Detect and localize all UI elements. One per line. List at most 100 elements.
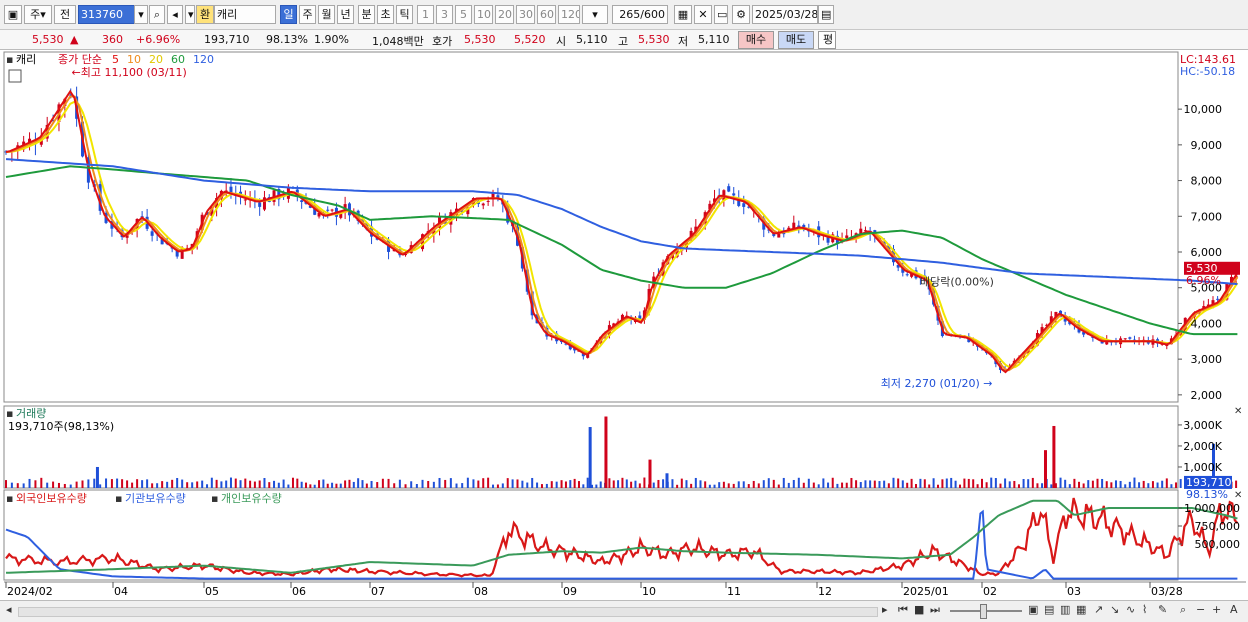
period-day-button[interactable]: 일 [280,5,297,24]
volume-bar [181,479,184,488]
trend-icon-3[interactable]: ∿ [1126,603,1135,616]
font-size-icon[interactable]: A [1230,603,1238,616]
volume-bar [531,477,534,488]
trend-icon-4[interactable]: ⌇ [1142,603,1147,616]
interval-3-button[interactable]: 3 [436,5,453,24]
stock-name-field[interactable]: 캐리 [214,5,276,24]
zoom-in-icon[interactable]: + [1212,603,1221,616]
stock-chart[interactable]: 10,0009,0008,0007,0006,0005,0004,0003,00… [0,50,1248,600]
x-tick-label: 12 [818,585,832,598]
volume-bar [972,479,975,488]
volume-bar [93,478,96,488]
last-price-pct: 6.96% [1186,274,1221,287]
volume-bar [545,483,548,488]
volume-bar [1091,480,1094,488]
volume-bar [732,483,735,488]
candle-type-icon[interactable]: ▦ [674,5,692,24]
interval-1-button[interactable]: 1 [417,5,434,24]
buy-button[interactable]: 매수 [738,31,774,49]
x-tick-label: 10 [642,585,656,598]
volume-bar [652,482,655,488]
x-tick-label: 07 [371,585,385,598]
custom-interval-select[interactable]: ▾ [582,5,608,24]
volume-bar [344,480,347,488]
volume-bar [841,482,844,488]
volume-bar [954,480,957,488]
volume-bar [1004,478,1007,488]
volume-bar [573,478,576,488]
volume-y-tick-label: 2,000K [1183,440,1222,453]
volume-bar [999,483,1002,488]
calendar-icon[interactable]: ▤ [818,5,834,24]
tool-icon-2[interactable]: ▤ [1044,603,1054,616]
period-year-button[interactable]: 년 [337,5,354,24]
gear-icon[interactable]: ⚙ [732,5,750,24]
interval-5-button[interactable]: 5 [455,5,472,24]
ma-legend-10: 10 [127,53,141,66]
period-second-button[interactable]: 초 [377,5,394,24]
save-icon[interactable]: ▭ [714,5,728,24]
volume-bar [976,484,979,488]
volume-bar [657,479,660,488]
interval-10-button[interactable]: 10 [474,5,493,24]
stop-icon[interactable]: ■ [914,603,924,616]
window-icon[interactable]: ▣ [4,5,22,24]
volume-bar [410,481,413,488]
volume-bar [57,482,60,488]
volume-bar [694,477,697,488]
crosshair-icon[interactable]: ✕ [694,5,712,24]
market-select[interactable]: 전 [54,5,76,24]
sell-button[interactable]: 매도 [778,31,814,49]
display-count-field[interactable]: 265/600 [612,5,668,24]
search-icon[interactable]: ⌕ [1180,603,1186,617]
volume-spike-bar [95,466,99,488]
volume-bar [352,481,355,488]
first-page-icon[interactable]: ⏮ [898,603,908,617]
last-page-icon[interactable]: ⏭ [930,603,940,617]
date-field[interactable]: 2025/03/28 [752,5,818,24]
volume-bar [878,481,881,488]
period-minute-button[interactable]: 분 [358,5,375,24]
period-week-button[interactable]: 주 [299,5,316,24]
period-month-button[interactable]: 월 [318,5,335,24]
interval-20-button[interactable]: 20 [495,5,514,24]
volume-bar [455,483,458,488]
speaker-icon[interactable]: ◂ [167,5,183,24]
period-mode-select[interactable]: 주▾ [24,5,52,24]
stock-code-input[interactable]: 313760 [78,5,136,24]
scroll-right-icon[interactable]: ▸ [882,603,888,616]
evaluation-button[interactable]: 평 [818,31,836,49]
volume-bar [34,480,37,488]
volume-bar [737,481,740,488]
volume-bar [432,481,435,488]
volume-bar [282,479,285,488]
code-dropdown-icon[interactable]: ▾ [134,5,148,24]
current-price: 5,530 [32,33,64,46]
volume-bar [472,479,475,488]
zoom-out-icon[interactable]: − [1196,603,1205,616]
interval-60-button[interactable]: 60 [537,5,556,24]
trend-icon-2[interactable]: ↘ [1110,603,1119,616]
zoom-slider-thumb[interactable] [980,604,987,619]
volume-bar [331,482,334,488]
scroll-left-icon[interactable]: ◂ [6,603,12,616]
volume-bar [1087,480,1090,488]
tool-icon-3[interactable]: ▥ [1060,603,1070,616]
speaker-dropdown-icon[interactable]: ▾ [185,5,195,24]
x-tick-label: 2025/01 [903,585,949,598]
volume-bar [1068,484,1071,488]
legend-marker-icon: ▪ [115,492,122,505]
volume-bar [959,484,961,488]
trend-icon-1[interactable]: ↗ [1094,603,1103,616]
interval-30-button[interactable]: 30 [516,5,535,24]
period-tick-button[interactable]: 틱 [396,5,413,24]
search-icon[interactable]: ⌕ [149,5,165,24]
horizontal-scrollbar[interactable] [18,607,878,617]
tool-icon-4[interactable]: ▦ [1076,603,1086,616]
volume-bar [449,478,452,488]
tool-icon-1[interactable]: ▣ [1028,603,1038,616]
trend-icon-5[interactable]: ✎ [1158,603,1167,616]
volume-bar [634,480,637,488]
volume-bar [608,478,611,488]
interval-120-button[interactable]: 120 [558,5,580,24]
